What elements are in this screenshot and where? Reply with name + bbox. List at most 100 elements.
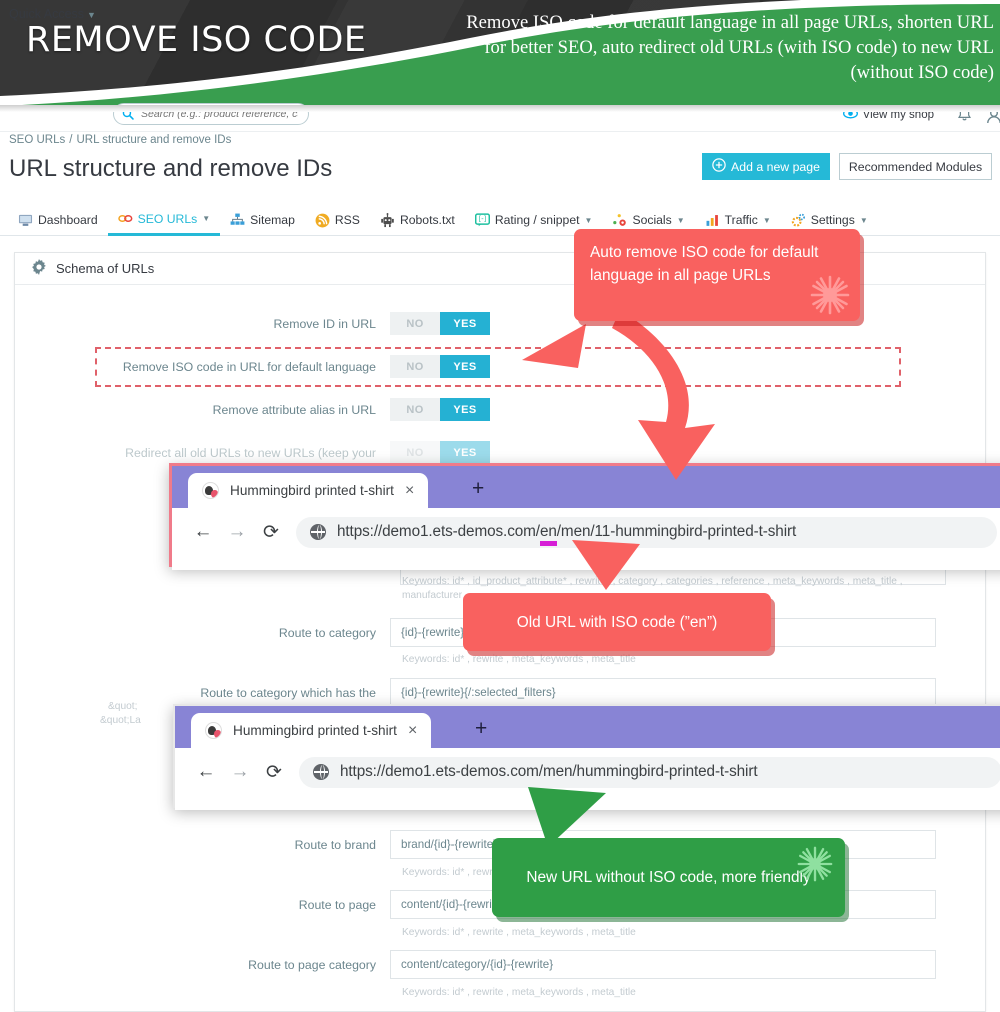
browser-tabstrip: Hummingbird printed t-shirt × + bbox=[175, 706, 1000, 748]
arrow-right-icon[interactable]: → bbox=[223, 755, 257, 789]
banner-shadow bbox=[0, 105, 1000, 112]
favicon-icon bbox=[202, 482, 219, 499]
snippet-icon: [-] bbox=[475, 213, 490, 228]
input-route-to-page-value: content/{id}-{rewrite} bbox=[401, 898, 505, 911]
tab-socials-label: Socials bbox=[632, 213, 671, 227]
callout-old-url-text: Old URL with ISO code (”en”) bbox=[517, 611, 717, 634]
gear-icon bbox=[791, 213, 806, 228]
quick-access-menu[interactable]: Quick Access▼ bbox=[9, 7, 96, 21]
callout-new-url-text: New URL without ISO code, more friendly bbox=[526, 866, 810, 889]
close-icon[interactable]: × bbox=[408, 722, 417, 740]
add-a-new-page-button[interactable]: Add a new page bbox=[702, 153, 830, 180]
callout-new-url: New URL without ISO code, more friendly bbox=[492, 838, 845, 917]
page-title: URL structure and remove IDs bbox=[9, 155, 332, 183]
dashboard-icon bbox=[18, 213, 33, 228]
toggle-yes-option[interactable]: YES bbox=[440, 398, 490, 421]
label-route-to-page: Route to page bbox=[0, 898, 390, 912]
input-route-to-page-category-value: content/category/{id}-{rewrite} bbox=[401, 958, 553, 971]
tab-rss-label: RSS bbox=[335, 213, 360, 227]
chevron-down-icon: ▼ bbox=[202, 214, 210, 223]
address-bar[interactable]: https://demo1.ets-demos.com/men/hummingb… bbox=[299, 757, 1000, 788]
row-route-to-page-category: Route to page category content/category/… bbox=[0, 950, 946, 979]
arrow-auto-remove-to-toggle bbox=[500, 300, 750, 510]
reload-icon[interactable]: ⟳ bbox=[257, 755, 291, 789]
row-redirect-all-old-urls: Redirect all old URLs to new URLs (keep … bbox=[0, 441, 508, 464]
new-tab-icon[interactable]: + bbox=[472, 477, 484, 501]
promo-banner: REMOVE ISO CODE Remove ISO code for defa… bbox=[0, 0, 1000, 105]
toggle-no-option[interactable]: NO bbox=[390, 398, 440, 421]
row-remove-attribute-alias: Remove attribute alias in URL NO YES bbox=[0, 398, 508, 421]
socials-icon bbox=[612, 213, 627, 228]
url-iso-code-highlight: en bbox=[540, 523, 557, 541]
arrow-left-icon[interactable]: ← bbox=[186, 515, 220, 549]
toggle-redirect-all-old-urls[interactable]: NO YES bbox=[390, 441, 490, 464]
breadcrumb-parent[interactable]: SEO URLs bbox=[9, 134, 65, 146]
browser-tab-title: Hummingbird printed t-shirt bbox=[230, 483, 394, 498]
input-route-to-category-filters[interactable]: {id}-{rewrite}{/:selected_filters} bbox=[390, 678, 936, 707]
recommended-modules-button[interactable]: Recommended Modules bbox=[839, 153, 992, 180]
tab-sitemap[interactable]: Sitemap bbox=[220, 205, 305, 236]
input-route-to-category-filters-value: {id}-{rewrite}{/:selected_filters} bbox=[401, 686, 556, 699]
browser-tab-title: Hummingbird printed t-shirt bbox=[233, 723, 397, 738]
toggle-no-option[interactable]: NO bbox=[390, 441, 440, 464]
browser-tab[interactable]: Hummingbird printed t-shirt × bbox=[191, 713, 431, 748]
address-bar-url: https://demo1.ets-demos.com/men/hummingb… bbox=[340, 763, 757, 781]
row-route-to-category-filters: Route to category which has the {id}-{re… bbox=[0, 678, 946, 707]
tab-dashboard[interactable]: Dashboard bbox=[8, 205, 108, 236]
tab-seo-urls[interactable]: SEO URLs ▼ bbox=[108, 205, 221, 236]
chevron-down-icon: ▼ bbox=[763, 216, 771, 225]
breadcrumb: SEO URLs/URL structure and remove IDs bbox=[9, 134, 231, 146]
input-route-to-page-category[interactable]: content/category/{id}-{rewrite} bbox=[390, 950, 936, 979]
toggle-no-option[interactable]: NO bbox=[390, 312, 440, 335]
row-remove-id-in-url: Remove ID in URL NO YES bbox=[0, 312, 508, 335]
toggle-yes-option[interactable]: YES bbox=[440, 312, 490, 335]
browser-tab[interactable]: Hummingbird printed t-shirt × bbox=[188, 473, 428, 508]
banner-title: REMOVE ISO CODE bbox=[26, 20, 367, 60]
tab-sitemap-label: Sitemap bbox=[250, 213, 295, 227]
label-route-to-brand: Route to brand bbox=[0, 838, 390, 852]
gear-icon bbox=[31, 259, 47, 278]
sitemap-icon bbox=[230, 213, 245, 228]
quot-fragment-line1: &quot; bbox=[108, 701, 137, 712]
globe-icon bbox=[310, 524, 326, 540]
highlight-dashed-box bbox=[95, 347, 901, 387]
tab-settings-label: Settings bbox=[811, 213, 855, 227]
hint-route-to-page: Keywords: id* , rewrite , meta_keywords … bbox=[402, 926, 962, 940]
tab-rss[interactable]: RSS bbox=[305, 205, 370, 236]
arrow-left-icon[interactable]: ← bbox=[189, 755, 223, 789]
tab-seo-urls-label: SEO URLs bbox=[138, 212, 198, 226]
callout-auto-remove-iso: Auto remove ISO code for default languag… bbox=[574, 229, 860, 321]
tab-robots-txt[interactable]: Robots.txt bbox=[370, 205, 465, 236]
robot-icon bbox=[380, 213, 395, 228]
chevron-down-icon: ▼ bbox=[860, 216, 868, 225]
callout-auto-remove-iso-text: Auto remove ISO code for default languag… bbox=[590, 244, 818, 284]
chart-icon bbox=[705, 213, 720, 228]
label-remove-id-in-url: Remove ID in URL bbox=[0, 317, 390, 331]
arrow-right-icon[interactable]: → bbox=[220, 515, 254, 549]
tab-rating-snippet-label: Rating / snippet bbox=[495, 213, 580, 227]
toggle-remove-attribute-alias[interactable]: NO YES bbox=[390, 398, 490, 421]
quick-access-label: Quick Access bbox=[9, 7, 84, 21]
svg-text:[-]: [-] bbox=[479, 215, 487, 223]
hint-route-to-page-category: Keywords: id* , rewrite , meta_keywords … bbox=[402, 986, 962, 1000]
url-prefix: https://demo1.ets-demos.com/ bbox=[337, 523, 540, 540]
label-redirect-all-old-urls: Redirect all old URLs to new URLs (keep … bbox=[0, 446, 390, 460]
globe-icon bbox=[313, 764, 329, 780]
toggle-yes-option[interactable]: YES bbox=[440, 441, 490, 464]
label-route-to-category-filters: Route to category which has the bbox=[0, 686, 390, 700]
label-remove-attribute-alias: Remove attribute alias in URL bbox=[0, 403, 390, 417]
close-icon[interactable]: × bbox=[405, 482, 414, 500]
banner-subtitle: Remove ISO code for default language in … bbox=[454, 10, 994, 85]
tab-dashboard-label: Dashboard bbox=[38, 213, 98, 227]
reload-icon[interactable]: ⟳ bbox=[254, 515, 288, 549]
hint-route-to-category: Keywords: id* , rewrite , meta_keywords … bbox=[402, 653, 962, 667]
breadcrumb-current: URL structure and remove IDs bbox=[76, 134, 231, 146]
new-tab-icon[interactable]: + bbox=[475, 717, 487, 741]
chevron-down-icon: ▼ bbox=[677, 216, 685, 225]
toggle-remove-id-in-url[interactable]: NO YES bbox=[390, 312, 490, 335]
input-route-to-category-value: {id}-{rewrite} bbox=[401, 626, 464, 639]
favicon-icon bbox=[205, 722, 222, 739]
link-icon bbox=[118, 211, 133, 226]
panel-title: Schema of URLs bbox=[56, 261, 154, 276]
rss-icon bbox=[315, 213, 330, 228]
